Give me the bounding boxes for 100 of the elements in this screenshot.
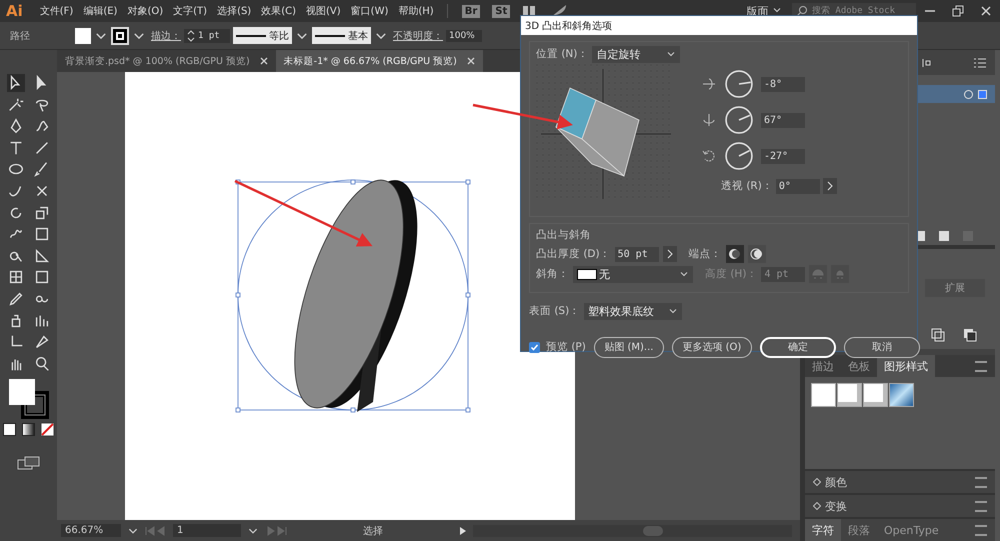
close-icon[interactable] — [979, 4, 993, 18]
extrude-depth-field[interactable]: 50 pt — [614, 246, 659, 262]
position-dropdown[interactable]: 自定旋转 — [592, 46, 680, 62]
preview-label: 预览 (P) — [546, 340, 586, 354]
x-axis-rotation-icon — [701, 76, 717, 92]
panel-menu-icon[interactable] — [975, 524, 987, 536]
dialog-button[interactable]: 确定 — [760, 336, 836, 358]
preview-checkbox[interactable] — [529, 342, 540, 352]
menu-item[interactable]: 文件(F) — [34, 4, 78, 18]
menu-item[interactable]: 对象(O) — [122, 4, 168, 18]
menu-item[interactable]: 帮助(H) — [393, 4, 439, 18]
object-type-label: 路径 — [10, 30, 31, 42]
caret-icon — [666, 49, 676, 59]
section-heading: 凸出与斜角 — [536, 228, 592, 242]
arrange-documents-icon[interactable] — [522, 4, 536, 18]
panel-tab[interactable]: OpenType — [877, 520, 946, 540]
dialog-button[interactable]: 更多选项 (O) — [672, 336, 752, 358]
panel-tab[interactable]: 字符 — [805, 518, 841, 541]
rotation-angle-field[interactable]: -8° — [761, 76, 805, 92]
restore-icon[interactable] — [951, 4, 965, 18]
position-label: 位置 (N)： — [536, 47, 588, 61]
document-tab[interactable]: 未标题-1* @ 66.67% (RGB/GPU 预览) — [276, 50, 483, 72]
opacity-field[interactable]: 100% — [446, 30, 482, 42]
menu-item[interactable]: 窗口(W) — [346, 4, 394, 18]
menu-item[interactable]: 编辑(E) — [78, 4, 122, 18]
graphic-style-swatch[interactable] — [863, 383, 888, 407]
dialog-button[interactable]: 贴图 (M)... — [594, 336, 664, 358]
panel-tab[interactable]: 段落 — [841, 518, 877, 541]
brush-definition-dropdown[interactable]: 基本 — [312, 27, 371, 44]
artboard-number-field[interactable]: 1 — [173, 524, 241, 537]
list-icon[interactable] — [973, 56, 987, 70]
selection-bounds[interactable] — [236, 180, 470, 412]
cap-off-button[interactable] — [748, 245, 766, 263]
graphic-style-swatch[interactable] — [889, 383, 914, 407]
close-tab-icon[interactable] — [260, 57, 268, 65]
panel-menu-icon[interactable] — [975, 360, 987, 372]
panel-tab[interactable]: 色板 — [841, 354, 877, 378]
menu-item[interactable]: 效果(C) — [256, 4, 302, 18]
cap-on-button[interactable] — [726, 245, 744, 263]
stroke-color-box[interactable] — [20, 390, 48, 419]
current-tool-label: 选择 — [362, 524, 384, 538]
y-axis-rotation-icon — [701, 112, 717, 128]
menu-item[interactable]: 视图(V) — [301, 4, 346, 18]
rotation-dial[interactable] — [725, 70, 753, 98]
rotation-dial[interactable] — [725, 106, 753, 134]
variable-width-profile-dropdown[interactable]: 等比 — [233, 27, 292, 44]
surface-label: 表面 (S)： — [529, 304, 580, 318]
rotation-angle-field[interactable]: 67° — [761, 112, 805, 128]
stroke-swatch[interactable] — [111, 26, 129, 44]
graphic-style-swatch[interactable] — [811, 383, 836, 407]
panel-menu-icon[interactable] — [975, 476, 987, 488]
stepper-icon[interactable] — [187, 30, 195, 42]
app-launch-button[interactable]: St — [492, 4, 510, 18]
graphic-style-swatch[interactable] — [837, 383, 862, 407]
rotation-preview[interactable] — [536, 64, 671, 202]
collapsed-panel-tab[interactable]: 变换 — [821, 498, 975, 514]
app-logo: Ai — [5, 2, 24, 20]
collapse-diamond-icon[interactable] — [813, 502, 821, 510]
panel-menu-icon[interactable] — [975, 500, 987, 512]
dialog-button[interactable]: 取消 — [844, 336, 920, 358]
dialog-title: 3D 凸出和斜角选项 — [521, 16, 917, 35]
selection-tool-icon[interactable] — [6, 74, 24, 92]
zoom-level-field[interactable]: 66.67% — [61, 524, 121, 537]
bevel-dropdown[interactable]: 无 — [573, 266, 693, 282]
search-icon — [796, 5, 808, 17]
rotation-dial[interactable] — [725, 142, 753, 170]
fill-swatch[interactable] — [75, 28, 91, 44]
fill-color-box[interactable] — [8, 378, 34, 405]
perspective-field[interactable]: 0° — [776, 178, 820, 194]
stroke-label[interactable]: 描边： — [151, 28, 181, 42]
collapse-diamond-icon[interactable] — [813, 478, 821, 486]
cube-drawing[interactable] — [556, 87, 640, 177]
surface-dropdown[interactable]: 塑料效果底纹 — [584, 302, 682, 320]
extruded-disc-drawing[interactable] — [294, 180, 418, 412]
opacity-label[interactable]: 不透明度： — [393, 28, 443, 42]
menu-item[interactable]: 选择(S) — [212, 4, 256, 18]
panel-tab[interactable]: 描边 — [805, 354, 841, 378]
extrude-depth-label: 凸出厚度 (D)： — [536, 247, 611, 261]
bevel-height-label: 高度 (H)： — [705, 267, 758, 281]
close-tab-icon[interactable] — [466, 57, 475, 65]
none-mode-icon[interactable] — [41, 422, 54, 436]
collapsed-panel-tab[interactable]: 颜色 — [821, 474, 975, 490]
magic-wand-icon[interactable] — [6, 96, 24, 114]
cap-label: 端点： — [688, 247, 722, 261]
z-axis-rotation-icon — [701, 148, 717, 164]
target-circle-icon[interactable] — [964, 90, 973, 98]
gradient-mode-button[interactable] — [22, 422, 35, 436]
minus-back-icon[interactable] — [930, 327, 946, 343]
screen-mode-icon[interactable] — [16, 456, 40, 470]
bevel-label: 斜角： — [536, 267, 569, 281]
stroke-weight-field[interactable]: 1 pt — [184, 28, 230, 42]
menu-item[interactable]: 文字(T) — [168, 4, 212, 18]
caret-icon — [668, 306, 678, 316]
play-icon[interactable] — [459, 526, 467, 536]
rotation-angle-field[interactable]: -27° — [761, 148, 805, 164]
app-launch-button[interactable]: Br — [462, 4, 480, 18]
color-mode-button[interactable] — [3, 422, 16, 436]
horizontal-scrollbar[interactable] — [473, 524, 792, 536]
overlap-squares-icon[interactable] — [962, 327, 978, 343]
perspective-label: 透视 (R)： — [721, 179, 773, 193]
